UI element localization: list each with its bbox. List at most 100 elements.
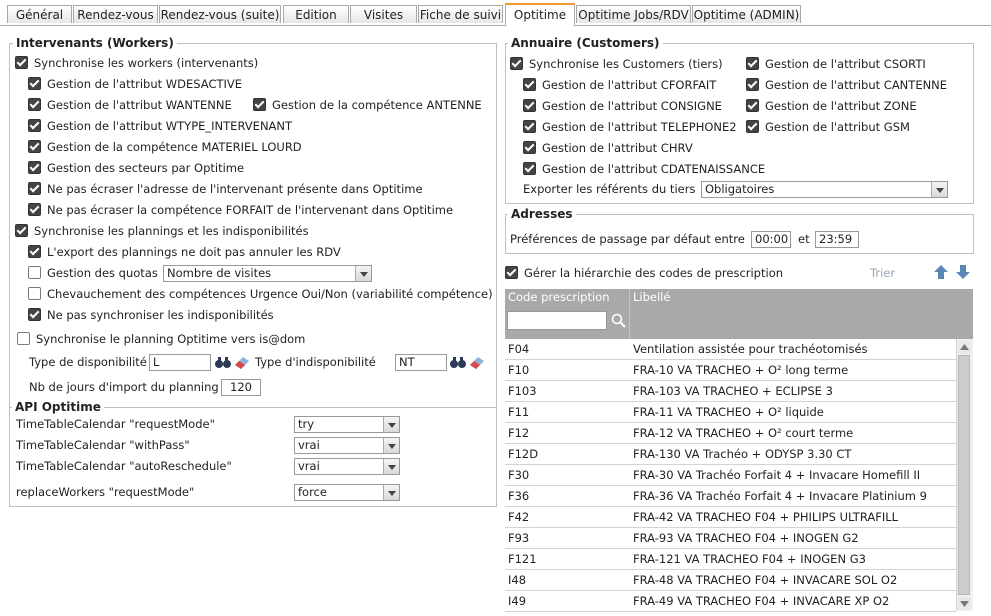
sync-workers-row[interactable]: Synchronise les workers (intervenants) <box>15 53 258 73</box>
binoculars-icon[interactable] <box>214 355 232 369</box>
cantenne-checkbox[interactable] <box>746 78 759 91</box>
consigne-row[interactable]: Gestion de l'attribut CONSIGNE <box>523 96 722 116</box>
tab-optitime-jobs-rdv[interactable]: Optitime Jobs/RDV <box>576 5 691 23</box>
chevron-down-icon[interactable] <box>383 417 399 432</box>
no-sync-indispo-checkbox[interactable] <box>28 308 41 321</box>
adresses-from-input[interactable]: 00:00 <box>751 231 791 248</box>
wantenne-row[interactable]: Gestion de l'attribut WANTENNE <box>28 95 232 115</box>
wdesactive-row[interactable]: Gestion de l'attribut WDESACTIVE <box>28 74 242 94</box>
scroll-thumb[interactable] <box>958 355 970 595</box>
no-sync-indispo-row[interactable]: Ne pas synchroniser les indisponibilités <box>28 305 274 325</box>
arrow-down-icon[interactable] <box>955 264 971 280</box>
chevron-down-icon[interactable] <box>931 182 947 197</box>
cforfait-row[interactable]: Gestion de l'attribut CFORFAIT <box>523 75 716 95</box>
customers-sync-checkbox[interactable] <box>510 57 523 70</box>
chevauchement-checkbox[interactable] <box>28 287 41 300</box>
quotas-checkbox[interactable] <box>28 266 41 279</box>
no-adresse-checkbox[interactable] <box>28 182 41 195</box>
manage-prescription-checkbox[interactable] <box>505 266 518 279</box>
chevron-down-icon[interactable] <box>383 438 399 453</box>
tab-optitime-admin[interactable]: Optitime (ADMIN) <box>692 5 801 23</box>
wdesactive-checkbox[interactable] <box>28 77 41 90</box>
chevauchement-row[interactable]: Chevauchement des compétences Urgence Ou… <box>28 284 493 304</box>
wantenne-checkbox[interactable] <box>28 98 41 111</box>
no-forfait-checkbox[interactable] <box>28 203 41 216</box>
telephone2-row[interactable]: Gestion de l'attribut TELEPHONE2 <box>523 117 737 137</box>
materiel-checkbox[interactable] <box>28 140 41 153</box>
table-row[interactable]: F12D FRA-130 VA Trachéo + ODYSP 3.30 CT <box>505 444 956 465</box>
arrow-up-icon[interactable] <box>933 264 949 280</box>
tab-general[interactable]: Général <box>7 5 72 23</box>
scroll-up-button[interactable] <box>958 341 971 354</box>
sort-link[interactable]: Trier <box>870 265 895 282</box>
table-row[interactable]: I48 FRA-48 VA TRACHEO F04 + INVACARE SOL … <box>505 570 956 591</box>
gsm-row[interactable]: Gestion de l'attribut GSM <box>746 117 910 137</box>
sync-plannings-checkbox[interactable] <box>15 224 28 237</box>
binoculars-icon[interactable] <box>449 355 467 369</box>
export-referents-select[interactable]: Obligatoires <box>701 181 948 198</box>
table-row[interactable]: F36 FRA-36 VA Trachéo Forfait 4 + Invacar… <box>505 486 956 507</box>
api-select-with-pass[interactable]: vrai <box>294 437 400 454</box>
eraser-icon[interactable] <box>468 355 486 369</box>
comp-antenne-row[interactable]: Gestion de la compétence ANTENNE <box>253 95 482 115</box>
tab-fiche-de-suivi[interactable]: Fiche de suivi <box>418 5 503 23</box>
tab-optitime[interactable]: Optitime <box>505 3 575 26</box>
api-select-auto-reschedule[interactable]: vrai <box>294 458 400 475</box>
chevron-down-icon[interactable] <box>383 459 399 474</box>
table-row[interactable]: F93 FRA-93 VA TRACHEO F04 + INOGEN G2 <box>505 528 956 549</box>
table-row[interactable]: F42 FRA-42 VA TRACHEO F04 + PHILIPS ULTRA… <box>505 507 956 528</box>
scroll-down-button[interactable] <box>958 597 971 610</box>
wtype-row[interactable]: Gestion de l'attribut WTYPE_INTERVENANT <box>28 116 292 136</box>
secteurs-checkbox[interactable] <box>28 161 41 174</box>
csorti-row[interactable]: Gestion de l'attribut CSORTI <box>746 54 926 74</box>
quotas-select[interactable]: Nombre de visites <box>163 265 372 282</box>
no-adresse-row[interactable]: Ne pas écraser l'adresse de l'intervenan… <box>28 179 423 199</box>
cdatenaissance-checkbox[interactable] <box>523 162 536 175</box>
chrv-row[interactable]: Gestion de l'attribut CHRV <box>523 138 693 158</box>
secteurs-row[interactable]: Gestion des secteurs par Optitime <box>28 158 244 178</box>
table-row[interactable]: F12 FRA-12 VA TRACHEO + O² court terme <box>505 423 956 444</box>
tab-rendez-vous-suite[interactable]: Rendez-vous (suite) <box>159 5 281 23</box>
export-rdv-checkbox[interactable] <box>28 245 41 258</box>
sync-isdom-checkbox[interactable] <box>17 332 30 345</box>
sync-isdom-row[interactable]: Synchronise le planning Optitime vers is… <box>17 329 305 349</box>
cforfait-checkbox[interactable] <box>523 78 536 91</box>
telephone2-checkbox[interactable] <box>523 120 536 133</box>
chrv-checkbox[interactable] <box>523 141 536 154</box>
table-row[interactable]: F04 Ventilation assistée pour trachéotomi… <box>505 339 956 360</box>
col-libelle-header[interactable]: Libellé <box>633 290 670 304</box>
materiel-row[interactable]: Gestion de la compétence MATERIEL LOURD <box>28 137 302 157</box>
table-row[interactable]: F11 FRA-11 VA TRACHEO + O² liquide <box>505 402 956 423</box>
search-icon[interactable] <box>611 313 627 329</box>
code-filter-input[interactable] <box>507 311 607 330</box>
adresses-to-input[interactable]: 23:59 <box>815 231 859 248</box>
quotas-row[interactable]: Gestion des quotas <box>28 263 158 283</box>
customers-sync-row[interactable]: Synchronise les Customers (tiers) <box>510 54 723 74</box>
cantenne-row[interactable]: Gestion de l'attribut CANTENNE <box>746 75 947 95</box>
table-row[interactable]: F10 FRA-10 VA TRACHEO + O² long terme <box>505 360 956 381</box>
export-rdv-row[interactable]: L'export des plannings ne doit pas annul… <box>28 242 341 262</box>
nbjours-input[interactable]: 120 <box>221 379 261 396</box>
table-row[interactable]: F121 FRA-121 VA TRACHEO F04 + INOGEN G3 <box>505 549 956 570</box>
table-row[interactable]: I49 FRA-49 VA TRACHEO F04 + INVACARE XP O… <box>505 591 956 612</box>
tab-edition[interactable]: Edition <box>283 5 349 23</box>
no-forfait-row[interactable]: Ne pas écraser la compétence FORFAIT de … <box>28 200 453 220</box>
sync-workers-checkbox[interactable] <box>15 56 28 69</box>
eraser-icon[interactable] <box>233 355 251 369</box>
api-select-request-mode[interactable]: try <box>294 416 400 433</box>
sync-plannings-row[interactable]: Synchronise les plannings et les indispo… <box>15 221 309 241</box>
zone-row[interactable]: Gestion de l'attribut ZONE <box>746 96 917 116</box>
api-select-replace-workers[interactable]: force <box>294 484 400 501</box>
chevron-down-icon[interactable] <box>355 266 371 281</box>
chevron-down-icon[interactable] <box>383 485 399 500</box>
consigne-checkbox[interactable] <box>523 99 536 112</box>
gsm-checkbox[interactable] <box>746 120 759 133</box>
tab-rendez-vous[interactable]: Rendez-vous <box>73 5 158 23</box>
table-row[interactable]: F30 FRA-30 VA Trachéo Forfait 4 + Invacar… <box>505 465 956 486</box>
col-code-header[interactable]: Code prescription <box>508 290 610 304</box>
zone-checkbox[interactable] <box>746 99 759 112</box>
cdatenaissance-row[interactable]: Gestion de l'attribut CDATENAISSANCE <box>523 159 765 179</box>
indispo-input[interactable]: NT <box>395 354 447 371</box>
table-row[interactable]: F103 FRA-103 VA TRACHEO + ECLIPSE 3 <box>505 381 956 402</box>
dispo-input[interactable]: L <box>149 354 211 371</box>
